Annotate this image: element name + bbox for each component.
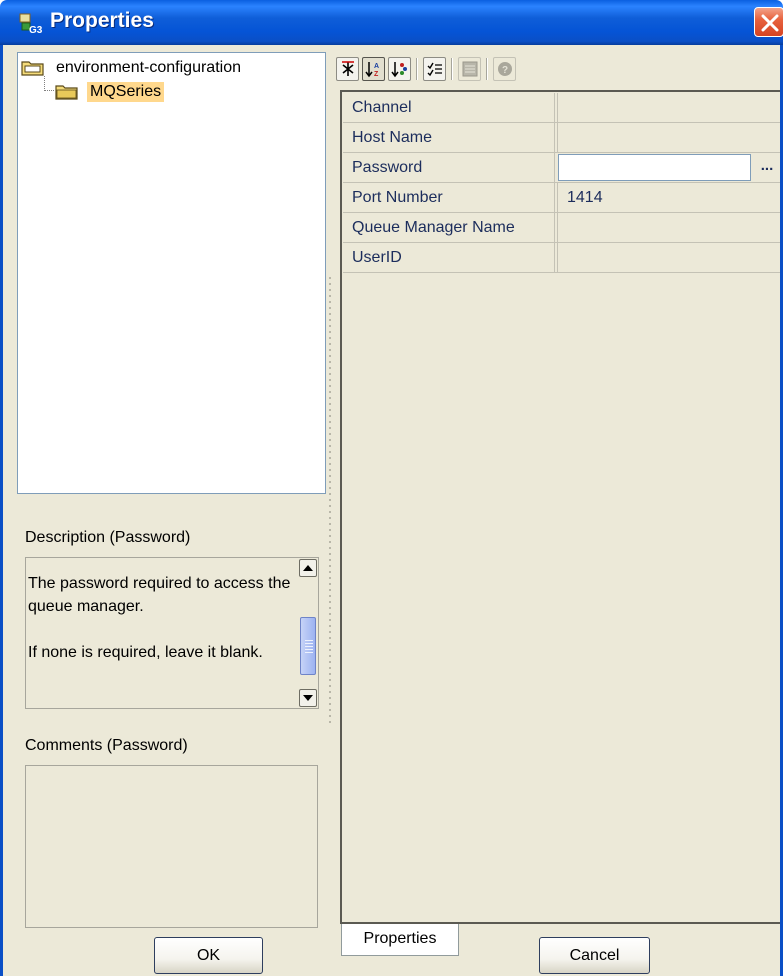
close-icon xyxy=(761,14,779,32)
property-value[interactable] xyxy=(557,213,780,243)
tree-item-environment-configuration[interactable]: environment-configuration xyxy=(21,56,244,80)
property-sheet: Channel Host Name Password ... Port Numb… xyxy=(340,90,780,924)
show-descriptions-icon xyxy=(427,62,442,77)
description-label: Description (Password) xyxy=(25,529,191,546)
property-name: Channel xyxy=(343,93,555,123)
arrow-up-icon xyxy=(303,565,313,571)
close-button[interactable] xyxy=(754,7,783,37)
help-button[interactable]: ? xyxy=(493,57,516,81)
sort-by-category-icon xyxy=(391,62,407,78)
property-value[interactable]: 1414 xyxy=(557,183,780,213)
description-paragraph: If none is required, leave it blank. xyxy=(28,644,263,661)
categorized-view-button[interactable] xyxy=(336,57,359,81)
sort-alphabetical-icon: A Z xyxy=(365,62,379,78)
tree-connector xyxy=(44,76,54,91)
vertical-splitter[interactable] xyxy=(328,275,332,725)
description-text: The password required to access the queu… xyxy=(28,572,298,687)
property-row-userid[interactable]: UserID xyxy=(343,243,780,273)
environment-tree[interactable]: environment-configuration MQSeries xyxy=(17,52,326,494)
toolbar-separator xyxy=(451,58,453,80)
sort-by-category-button[interactable] xyxy=(388,57,411,81)
description-paragraph: The password required to access the queu… xyxy=(28,575,291,615)
property-table: Channel Host Name Password ... Port Numb… xyxy=(343,93,780,273)
svg-text:?: ? xyxy=(502,65,508,76)
tab-properties[interactable]: Properties xyxy=(341,924,459,956)
cancel-button[interactable]: Cancel xyxy=(539,937,650,974)
property-row-port-number[interactable]: Port Number 1414 xyxy=(343,183,780,213)
property-name: Port Number xyxy=(343,183,555,213)
comments-field[interactable] xyxy=(25,765,318,928)
property-name: Host Name xyxy=(343,123,555,153)
folder-icon xyxy=(55,85,78,100)
property-row-password[interactable]: Password ... xyxy=(343,153,780,183)
tree-item-mqseries[interactable]: MQSeries xyxy=(55,80,165,104)
properties-app-icon: G3 xyxy=(19,12,43,36)
property-name: Queue Manager Name xyxy=(343,213,555,243)
sort-alphabetical-button[interactable]: A Z xyxy=(362,57,385,81)
window-title: Properties xyxy=(50,9,154,32)
property-row-queue-manager-name[interactable]: Queue Manager Name xyxy=(343,213,780,243)
svg-text:A: A xyxy=(374,63,379,70)
password-input[interactable] xyxy=(558,154,751,181)
property-name: UserID xyxy=(343,243,555,273)
toolbar-separator xyxy=(416,58,418,80)
svg-text:Z: Z xyxy=(374,71,379,78)
toolbar-separator xyxy=(486,58,488,80)
show-descriptions-button[interactable] xyxy=(423,57,446,81)
property-pages-icon xyxy=(462,61,478,77)
arrow-down-icon xyxy=(303,695,313,701)
help-icon: ? xyxy=(498,62,512,76)
title-bar[interactable]: G3 Properties xyxy=(0,0,783,45)
tree-item-label: MQSeries xyxy=(87,82,165,102)
svg-text:G3: G3 xyxy=(29,25,43,36)
tree-item-label: environment-configuration xyxy=(56,59,241,76)
property-row-host-name[interactable]: Host Name xyxy=(343,123,780,153)
description-box: The password required to access the queu… xyxy=(25,557,319,709)
property-row-channel[interactable]: Channel xyxy=(343,93,780,123)
categorized-view-icon xyxy=(342,61,354,76)
password-ellipsis-button[interactable]: ... xyxy=(754,154,780,181)
scroll-thumb[interactable] xyxy=(300,617,316,675)
property-value[interactable] xyxy=(557,243,780,273)
scroll-up-button[interactable] xyxy=(299,559,317,577)
comments-label: Comments (Password) xyxy=(25,737,188,754)
ok-button[interactable]: OK xyxy=(154,937,263,974)
property-name: Password xyxy=(343,153,555,183)
property-value[interactable] xyxy=(557,93,780,123)
folder-open-icon xyxy=(21,61,44,76)
property-value[interactable] xyxy=(557,123,780,153)
description-scrollbar[interactable] xyxy=(299,559,317,707)
scroll-grip xyxy=(305,640,313,654)
scroll-down-button[interactable] xyxy=(299,689,317,707)
property-pages-button[interactable] xyxy=(458,57,481,81)
